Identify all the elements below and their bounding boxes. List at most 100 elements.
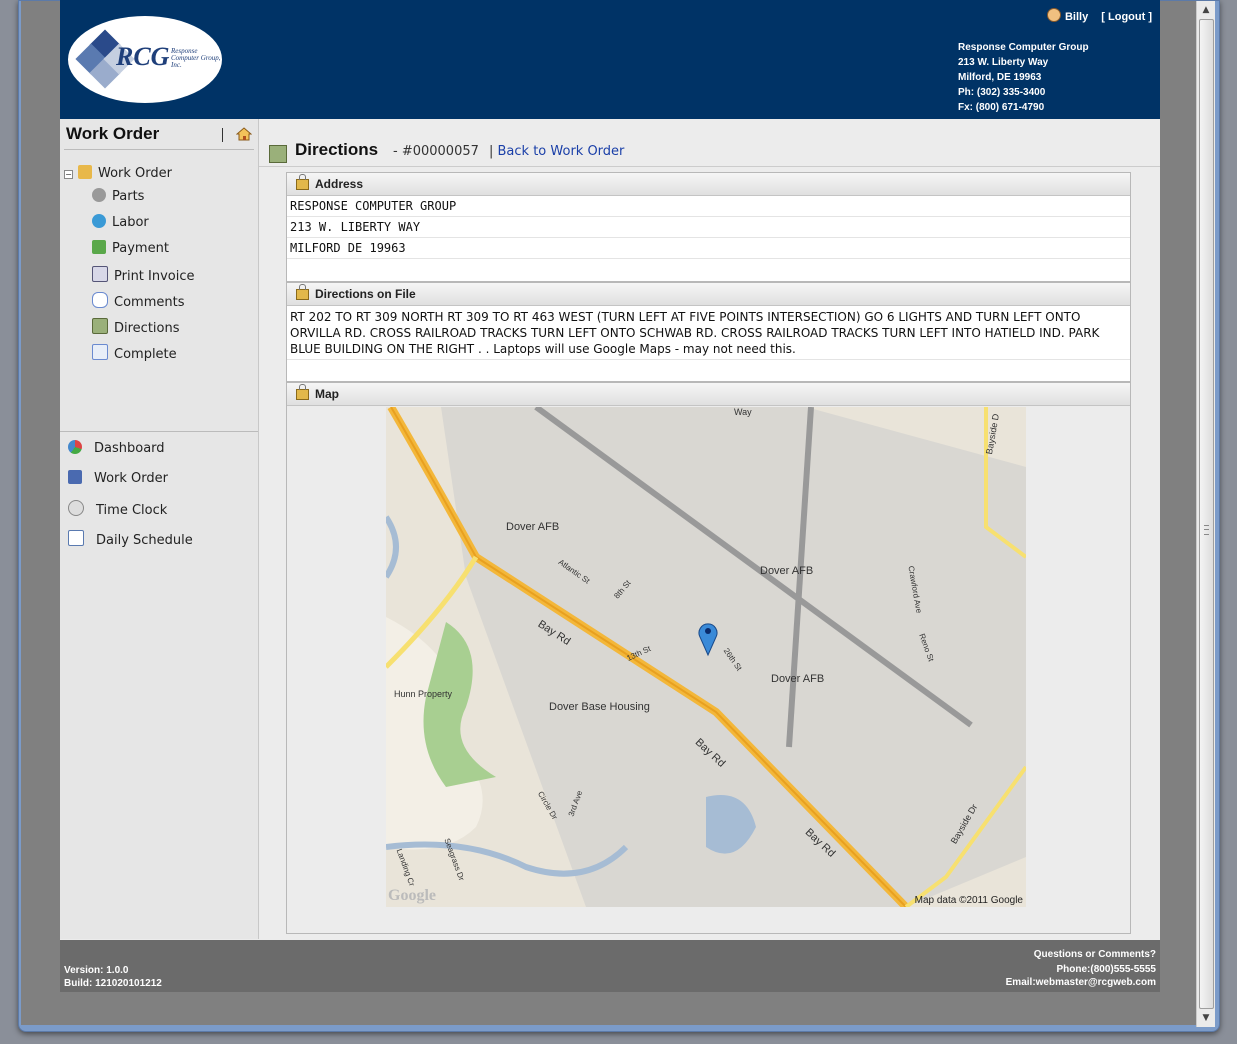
home-icon[interactable]: [236, 127, 252, 141]
user-icon: [1046, 8, 1061, 22]
work-order-number: - #00000057: [393, 144, 479, 159]
title-divider: [259, 166, 1160, 167]
map-panel: Map Dover AFB Dover AFB Dover AFB Dover …: [286, 382, 1131, 934]
directions-text: RT 202 TO RT 309 NORTH RT 309 TO RT 463 …: [287, 306, 1130, 360]
map-icon: [92, 318, 108, 334]
user-links: Billy [ Logout ]: [1046, 8, 1152, 23]
tree-item-label: Complete: [114, 347, 177, 362]
version-text: Version: 1.0.0: [64, 965, 129, 976]
footer-contact: Questions or Comments? Phone:(800)555-55…: [1006, 947, 1156, 989]
tree-item-label: Comments: [114, 295, 185, 310]
rcg-logo[interactable]: RCG Response Computer Group, Inc.: [68, 16, 222, 103]
lock-icon: [296, 174, 309, 190]
company-phone: Ph: (302) 335-3400: [958, 87, 1046, 98]
lock-icon: [296, 384, 309, 400]
address-line: 213 W. LIBERTY WAY: [287, 217, 1130, 238]
map-label: Way: [734, 407, 752, 417]
money-icon: [92, 240, 106, 254]
bracket-open: [: [1101, 11, 1108, 23]
nav-label: Time Clock: [96, 503, 168, 518]
questions-text: Questions or Comments?: [1033, 949, 1156, 960]
phone-text: Phone:(800)555-5555: [1056, 964, 1157, 975]
map-credit: Map data ©2011 Google: [914, 895, 1023, 906]
tree-item-parts[interactable]: Parts: [92, 188, 144, 204]
address-panel-header: Address: [287, 173, 1130, 196]
nav-work-order[interactable]: Work Order: [68, 470, 168, 486]
gears-icon: [92, 188, 106, 202]
header: RCG Response Computer Group, Inc. Billy …: [60, 0, 1160, 119]
company-street: 213 W. Liberty Way: [958, 57, 1049, 68]
document-check-icon: [92, 344, 108, 360]
speech-bubble-icon: [92, 292, 108, 308]
tree-item-print-invoice[interactable]: Print Invoice: [92, 266, 195, 284]
map-label: Dover AFB: [760, 565, 814, 577]
book-icon: [68, 470, 82, 484]
title-separator: [222, 128, 223, 142]
nav-daily-schedule[interactable]: Daily Schedule: [68, 530, 193, 548]
nav-label: Dashboard: [94, 441, 165, 456]
nav-dashboard[interactable]: Dashboard: [68, 440, 165, 456]
vertical-scrollbar[interactable]: ▲ ▼: [1196, 1, 1215, 1027]
tree-item-label: Print Invoice: [114, 269, 195, 284]
map-label: Dover Base Housing: [549, 701, 650, 713]
main-content: Directions - #00000057 | Back to Work Or…: [259, 119, 1160, 939]
tree-item-label: Parts: [112, 189, 145, 204]
map-label: Dover AFB: [506, 521, 560, 533]
tree-item-labor[interactable]: Labor: [92, 214, 149, 230]
printer-icon: [92, 266, 108, 282]
back-to-work-order-link[interactable]: Back to Work Order: [498, 144, 625, 159]
tree-item-label: Labor: [112, 215, 149, 230]
company-info: Response Computer Group 213 W. Liberty W…: [958, 40, 1089, 115]
nav-time-clock[interactable]: Time Clock: [68, 500, 167, 518]
directions-panel-title: Directions on File: [315, 287, 416, 301]
map-panel-header: Map: [287, 383, 1130, 406]
tree-collapse-icon[interactable]: −: [64, 170, 73, 179]
logo-subtext: Response Computer Group, Inc.: [171, 47, 221, 69]
tree-item-comments[interactable]: Comments: [92, 292, 184, 310]
scroll-grip-icon: [1204, 525, 1209, 535]
location-pin-icon[interactable]: [696, 621, 726, 657]
logout-link[interactable]: Logout: [1108, 11, 1145, 23]
company-fax: Fx: (800) 671-4790: [958, 102, 1045, 113]
tree-root-label: Work Order: [98, 166, 172, 181]
address-line: MILFORD DE 19963: [287, 238, 1130, 259]
directions-panel: Directions on File RT 202 TO RT 309 NORT…: [286, 282, 1131, 382]
pie-chart-icon: [68, 440, 82, 454]
sidebar: Work Order − Work Order Parts Labor Paym…: [60, 119, 259, 939]
google-watermark: Google: [388, 887, 436, 904]
nav-divider: [60, 431, 258, 432]
scroll-up-arrow-icon[interactable]: ▲: [1197, 1, 1215, 19]
tree-item-directions[interactable]: Directions: [92, 318, 180, 336]
tree-item-payment[interactable]: Payment: [92, 240, 169, 256]
logo-text: RCG: [116, 42, 170, 71]
tree-item-label: Directions: [114, 321, 180, 336]
company-name: Response Computer Group: [958, 42, 1089, 53]
footer-version-info: Version: 1.0.0 Build: 121020101212: [64, 964, 162, 990]
map-label: Hunn Property: [394, 689, 453, 699]
lock-icon: [296, 284, 309, 300]
clock-icon: [92, 214, 106, 228]
tree-item-work-order[interactable]: Work Order: [78, 165, 172, 181]
build-text: Build: 121020101212: [64, 978, 162, 989]
directions-map-icon: [269, 145, 287, 163]
scroll-thumb[interactable]: [1199, 19, 1214, 1009]
map-panel-title: Map: [315, 387, 339, 401]
address-line: RESPONSE COMPUTER GROUP: [287, 196, 1130, 217]
tree-item-complete[interactable]: Complete: [92, 344, 177, 362]
sidebar-title: Work Order: [66, 124, 160, 143]
bracket-close: ]: [1148, 11, 1152, 23]
google-map[interactable]: Dover AFB Dover AFB Dover AFB Dover Base…: [386, 407, 1026, 907]
scroll-down-arrow-icon[interactable]: ▼: [1197, 1009, 1215, 1027]
page: RCG Response Computer Group, Inc. Billy …: [60, 0, 1160, 992]
clock-icon: [68, 500, 84, 516]
company-city: Milford, DE 19963: [958, 72, 1042, 83]
address-panel: Address RESPONSE COMPUTER GROUP 213 W. L…: [286, 172, 1131, 282]
calendar-icon: [68, 530, 84, 546]
email-link[interactable]: Email:webmaster@rcgweb.com: [1006, 976, 1156, 989]
back-link-wrapper: | Back to Work Order: [489, 144, 625, 159]
user-name[interactable]: Billy: [1065, 11, 1088, 23]
park-area: [423, 622, 496, 787]
sidebar-divider: [64, 149, 254, 150]
directions-panel-header: Directions on File: [287, 283, 1130, 306]
nav-label: Work Order: [94, 471, 168, 486]
